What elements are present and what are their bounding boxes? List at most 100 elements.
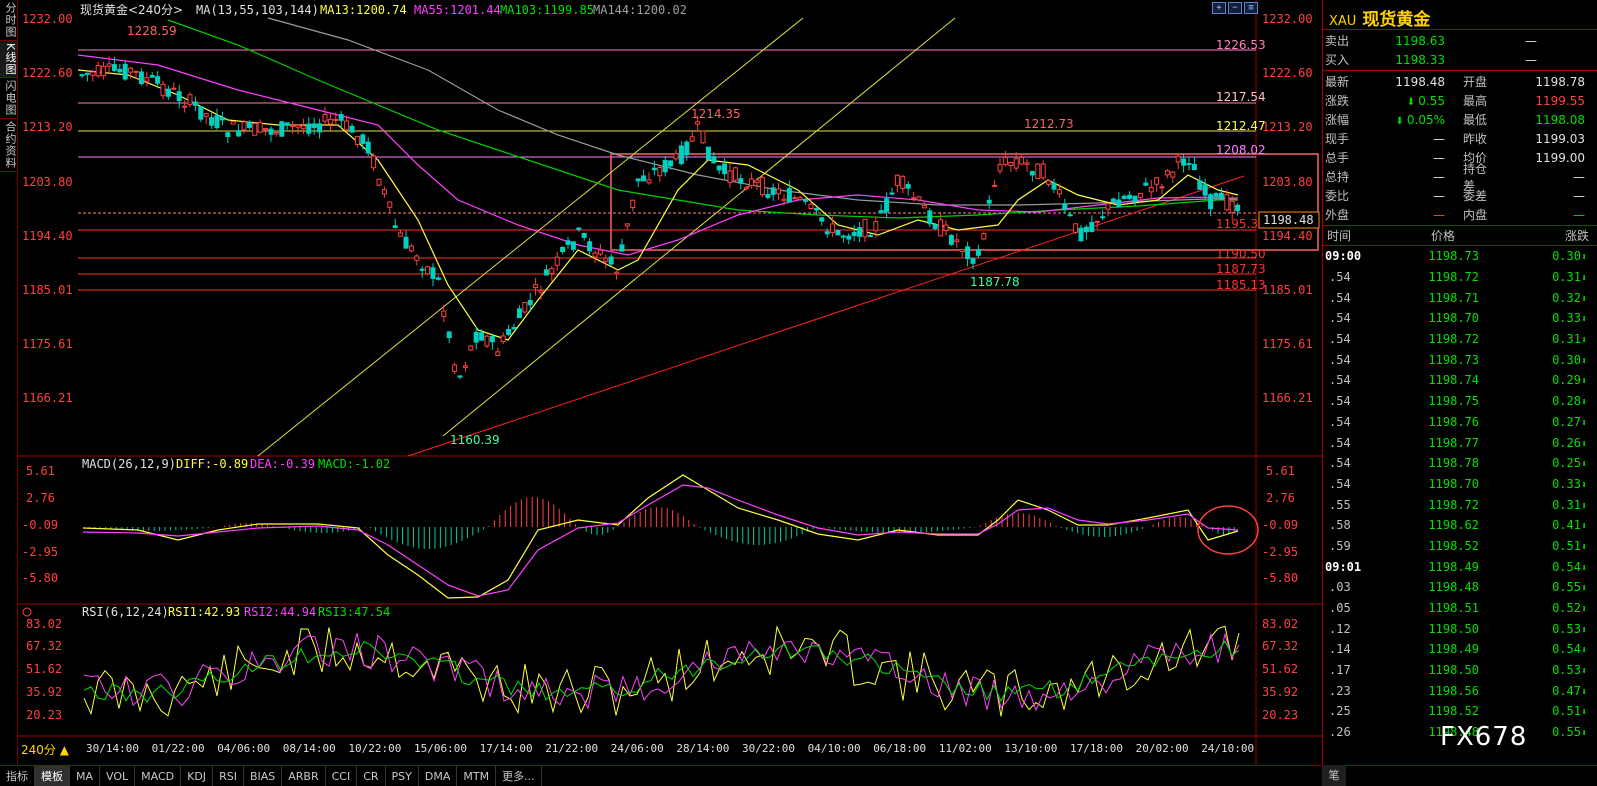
toolbar-tab[interactable]: BIAS <box>244 765 283 786</box>
stat-value: 1199.03 <box>1535 131 1585 146</box>
toolbar-tab[interactable]: PSY <box>386 765 419 786</box>
indicator-toolbar: 指标 模板 MA VOL MACD KDJ RSI BIAS ARBR CCI CR PSY DMA MT… <box>0 765 1597 786</box>
candle-body <box>808 203 814 209</box>
down-arrow-icon: ⬇ <box>1580 500 1587 512</box>
timeframe-selector[interactable]: 240分 ▲ <box>18 741 72 758</box>
tick-time: .58 <box>1329 518 1351 533</box>
date-tick: 21/22:00 <box>545 742 598 755</box>
candle-body <box>290 124 296 127</box>
candle-body <box>1035 163 1041 179</box>
down-arrow-icon: ⬇ <box>1580 728 1587 740</box>
candle-body <box>1094 220 1100 223</box>
candle-body <box>317 123 323 133</box>
candle-body <box>1040 163 1046 179</box>
toolbar-tab[interactable]: ARBR <box>282 765 326 786</box>
zoom-out-icon[interactable]: − <box>1228 2 1242 14</box>
zoom-in-icon[interactable]: + <box>1212 2 1226 14</box>
toolbar-tab[interactable]: DMA <box>419 765 458 786</box>
rsi-tick: 35.92 <box>26 685 62 699</box>
rsi-tick: 83.02 <box>1262 617 1298 631</box>
down-arrow-icon: ⬇ <box>1580 479 1587 491</box>
tick-time: .54 <box>1329 352 1351 367</box>
toolbar-tab[interactable]: MACD <box>135 765 182 786</box>
toolbar-tab[interactable]: CR <box>357 765 386 786</box>
toolbar-tab[interactable]: 模板 <box>35 765 70 786</box>
tick-change-value: 0.33 <box>1552 476 1581 491</box>
tick-change: 0.30⬇ <box>1479 353 1589 367</box>
tab-timeshare[interactable]: 分时图 <box>0 0 17 41</box>
price-tick: 1185.01 <box>22 283 73 297</box>
candle-body <box>1078 227 1084 242</box>
tick-change: 0.25⬇ <box>1479 456 1589 470</box>
candle-body <box>408 245 414 252</box>
candle-body <box>743 187 749 190</box>
tick-row: .54 1198.77 0.26⬇ <box>1323 432 1597 453</box>
tick-change-value: 0.31 <box>1552 497 1581 512</box>
candle-body <box>603 257 609 262</box>
tab-kline[interactable]: K线图 <box>0 41 17 79</box>
down-arrow-icon: ⬇ <box>1580 293 1587 305</box>
tick-change: 0.32⬇ <box>1479 291 1589 305</box>
toolbar-tab[interactable]: RSI <box>213 765 244 786</box>
candle-body <box>824 231 830 235</box>
toolbar-tab[interactable]: 更多... <box>496 765 542 786</box>
date-tick: 24/06:00 <box>611 742 664 755</box>
current-price-value: 1198.48 <box>1263 213 1314 227</box>
tick-list[interactable]: 09:00 1198.73 0.30⬇ .54 1198.72 0.31⬇ .54 1198.… <box>1323 246 1597 743</box>
toolbar-tab[interactable]: 指标 <box>0 765 35 786</box>
candle-body <box>338 114 344 121</box>
stat-value: 1198.08 <box>1535 112 1585 127</box>
price-tick: 1203.80 <box>1262 175 1313 189</box>
toolbar-tab[interactable]: KDJ <box>181 765 214 786</box>
down-arrow-icon: ⬇ <box>1580 666 1587 678</box>
candle-body <box>1019 156 1025 165</box>
tick-change: 0.55⬇ <box>1479 580 1589 594</box>
candle-body <box>862 218 868 238</box>
tick-time: .17 <box>1329 663 1351 678</box>
candle-body <box>1159 186 1165 189</box>
toolbar-tab[interactable]: MTM <box>457 765 497 786</box>
peak-label: 1214.35 <box>691 107 741 121</box>
tick-mode-button[interactable]: 笔 <box>1322 765 1346 786</box>
tick-change: 0.54⬇ <box>1479 642 1589 656</box>
tick-price: 1198.50 <box>1428 621 1479 636</box>
tick-time: .54 <box>1329 290 1351 305</box>
tick-row: .17 1198.50 0.53⬇ <box>1323 660 1597 681</box>
candle-body <box>754 179 760 184</box>
toolbar-tab[interactable]: MA <box>70 765 101 786</box>
tab-contract-info[interactable]: 合约资料 <box>0 119 17 173</box>
candle-body <box>954 239 960 243</box>
tick-change: 0.47⬇ <box>1479 684 1589 698</box>
candle-body <box>894 174 900 187</box>
tick-change-value: 0.53 <box>1552 621 1581 636</box>
quote-stat-row: 现手 — 昨收 1199.03 <box>1323 129 1597 148</box>
candle-body <box>95 64 101 77</box>
chart-window-controls: + − ≡ <box>1212 2 1258 14</box>
candle-body <box>1013 158 1019 169</box>
candle-body <box>489 335 495 343</box>
candle-body <box>182 105 188 108</box>
bid-price: 1198.33 <box>1395 52 1445 67</box>
stat-label: 最低 <box>1463 113 1488 127</box>
price-tick: 1222.60 <box>1262 66 1313 80</box>
quote-stats: 最新 1198.48 开盘 1198.78 涨跌 ⬇ 0.55 最高 1199.55 涨幅 ⬇ 0… <box>1323 71 1597 226</box>
down-arrow-icon: ⬇ <box>1580 604 1587 616</box>
candle-body <box>911 197 917 200</box>
quote-panel: XAU 现货黄金 卖出 1198.63 — 买入 1198.33 — 最新 119… <box>1322 0 1597 765</box>
candle-body <box>813 207 819 211</box>
candle-body <box>176 91 182 102</box>
stat-value: — <box>1573 169 1585 184</box>
candle-body <box>1062 203 1068 210</box>
settings-icon[interactable]: ≡ <box>1244 2 1258 14</box>
tick-change-value: 0.33 <box>1552 311 1581 326</box>
toolbar-tab[interactable]: CCI <box>326 765 358 786</box>
price-tick: 1222.60 <box>22 66 73 80</box>
rsi-tick: 67.32 <box>1262 639 1298 653</box>
candle-body <box>462 365 468 368</box>
tab-flash[interactable]: 闪电图 <box>0 78 17 120</box>
candle-body <box>581 232 587 238</box>
date-tick: 04/06:00 <box>217 742 270 755</box>
kline-chart[interactable]: 现货黄金<240分> MA(13,55,103,144) MA13:1200.7… <box>18 0 1322 765</box>
tick-price: 1198.56 <box>1428 683 1479 698</box>
toolbar-tab[interactable]: VOL <box>100 765 136 786</box>
